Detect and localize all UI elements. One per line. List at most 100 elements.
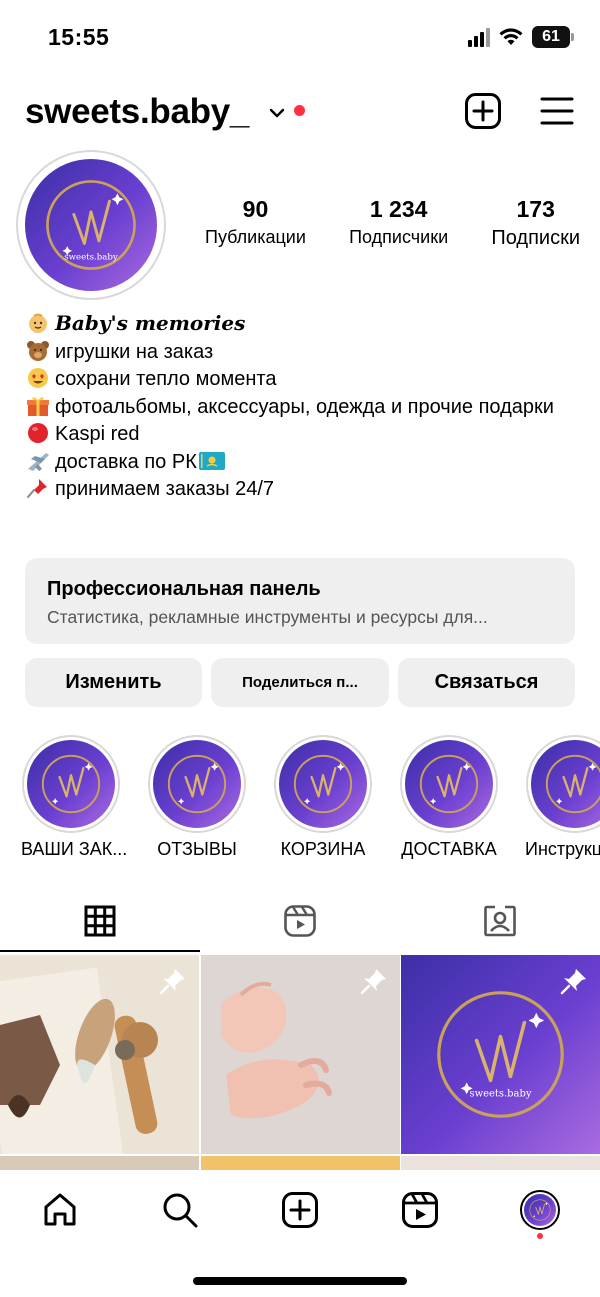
highlight-label: ДОСТАВКА: [401, 839, 497, 859]
highlight-label: ОТЗЫВЫ: [157, 839, 237, 859]
chevron-down-icon[interactable]: [268, 106, 286, 120]
bio-line: Kaspi red: [25, 421, 580, 449]
highlight-cover: [148, 735, 246, 833]
status-time: 15:55: [48, 24, 110, 50]
professional-dashboard-title: Профессиональная панель: [47, 578, 321, 600]
professional-dashboard-subtitle: Статистика, рекламные инструменты и ресу…: [47, 607, 488, 627]
brand-logo-mark: [419, 754, 479, 814]
status-bar: 15:55 61: [0, 0, 600, 76]
battery-level: 61: [542, 28, 560, 45]
stat-following[interactable]: 173 Подписки: [491, 196, 580, 250]
story-highlights: ВАШИ ЗАК... ОТЗЫВЫ КОРЗИНА ДОСТАВКА Инст…: [0, 735, 600, 865]
brand-logo-highlight: [531, 740, 600, 828]
tab-reels[interactable]: [200, 890, 400, 952]
highlight-item[interactable]: Инструкц: [525, 735, 600, 860]
brand-logo-highlight: [279, 740, 367, 828]
highlight-item[interactable]: ВАШИ ЗАК...: [21, 735, 128, 860]
cellular-signal-icon: [468, 27, 490, 47]
stat-followers-label: Подписчики: [349, 227, 449, 247]
edit-profile-button[interactable]: Изменить: [25, 658, 202, 707]
brand-logo-highlight: [405, 740, 493, 828]
home-indicator: [193, 1277, 407, 1285]
reels-icon: [402, 1192, 438, 1228]
highlight-item[interactable]: КОРЗИНА: [273, 735, 373, 860]
kazakhstan-flag-icon: [198, 451, 225, 470]
profile-content-tabs: [0, 890, 600, 954]
grid-icon: [84, 905, 116, 937]
share-profile-button[interactable]: Поделиться п...: [211, 658, 389, 707]
wifi-icon: [499, 28, 523, 45]
create-post-icon[interactable]: [464, 92, 502, 130]
stat-following-value: 173: [516, 196, 555, 222]
profile-avatar[interactable]: sweets.baby: [16, 150, 166, 300]
brand-logo-mark: [545, 754, 600, 814]
home-icon: [44, 1193, 76, 1226]
posts-grid: sweets.baby: [0, 955, 600, 1175]
profile-header: sweets.baby_: [0, 84, 600, 140]
bio-line: принимаем заказы 24/7: [25, 476, 580, 504]
highlight-cover: [400, 735, 498, 833]
highlight-item[interactable]: ДОСТАВКА: [399, 735, 499, 860]
nav-profile[interactable]: [518, 1188, 562, 1232]
profile-stats: 90 Публикации 1 234 Подписчики 173 Подпи…: [205, 196, 580, 250]
profile-notification-dot: [537, 1233, 543, 1239]
bio-title-line: Baby's memories: [25, 310, 580, 339]
stat-followers-value: 1 234: [369, 196, 428, 222]
stat-posts-label: Публикации: [205, 227, 306, 247]
airplane-emoji-icon: [28, 452, 49, 471]
highlight-label: Инструкц: [525, 839, 600, 859]
post-thumbnail[interactable]: sweets.baby: [401, 955, 600, 1154]
create-icon: [282, 1192, 318, 1228]
highlight-cover: [526, 735, 600, 833]
brand-logo-highlight: [27, 740, 115, 828]
bio-line-text: Kaspi red: [55, 423, 140, 445]
highlight-item[interactable]: ОТЗЫВЫ: [147, 735, 247, 860]
bio-line: доставка по РК: [25, 449, 580, 477]
stat-followers[interactable]: 1 234 Подписчики: [349, 196, 448, 250]
bio-line-text: игрушки на заказ: [55, 340, 214, 363]
logo-text: sweets.baby: [64, 252, 118, 262]
bio-line-text: сохрани тепло момента: [55, 368, 277, 390]
stat-posts[interactable]: 90 Публикации: [205, 196, 306, 250]
menu-icon[interactable]: [538, 92, 576, 130]
teddy-bear-emoji-icon: [27, 340, 49, 361]
bio-line-text: принимаем заказы 24/7: [55, 478, 275, 500]
username-switcher[interactable]: sweets.baby_: [25, 92, 249, 132]
brand-logo-highlight: [153, 740, 241, 828]
baby-emoji-icon: [29, 313, 47, 333]
contact-button[interactable]: Связаться: [398, 658, 575, 707]
professional-dashboard[interactable]: Профессиональная панель Статистика, рекл…: [25, 558, 575, 644]
bio-line: сохрани тепло момента: [25, 366, 580, 394]
bottom-navigation: [0, 1170, 600, 1250]
heart-eyes-emoji-icon: [28, 368, 48, 388]
nav-search[interactable]: [158, 1188, 202, 1232]
search-icon: [163, 1193, 198, 1228]
profile-action-buttons: Изменить Поделиться п... Связаться: [25, 658, 575, 707]
reels-icon: [284, 905, 316, 937]
bio-line-text: фотоальбомы, аксессуары, одежда и прочие…: [55, 395, 554, 418]
red-circle-emoji-icon: [28, 423, 48, 443]
stat-posts-value: 90: [242, 196, 269, 222]
notification-dot: [294, 105, 305, 116]
pushpin-emoji-icon: [27, 479, 47, 498]
logo-text: sweets.baby: [470, 1088, 532, 1099]
tagged-icon: [484, 905, 516, 937]
brand-logo-small: [524, 1194, 556, 1226]
nav-reels[interactable]: [398, 1188, 442, 1232]
gift-emoji-icon: [27, 396, 49, 416]
stat-following-label: Подписки: [491, 227, 580, 249]
nav-create[interactable]: [278, 1188, 322, 1232]
nav-home[interactable]: [38, 1188, 82, 1232]
tab-tagged[interactable]: [400, 890, 600, 952]
highlight-cover: [22, 735, 120, 833]
profile-bio: Baby's memories игрушки на заказ сохрани…: [25, 310, 580, 504]
tab-posts-grid[interactable]: [0, 890, 200, 952]
brand-logo-mark: [41, 754, 101, 814]
bio-line: фотоальбомы, аксессуары, одежда и прочие…: [25, 394, 580, 422]
post-thumbnail[interactable]: [201, 955, 400, 1154]
highlight-label: ВАШИ ЗАК...: [21, 839, 128, 859]
brand-logo-mark: [293, 754, 353, 814]
battery-icon: 61: [532, 26, 574, 48]
post-thumbnail[interactable]: [0, 955, 199, 1154]
highlight-label: КОРЗИНА: [280, 839, 366, 859]
